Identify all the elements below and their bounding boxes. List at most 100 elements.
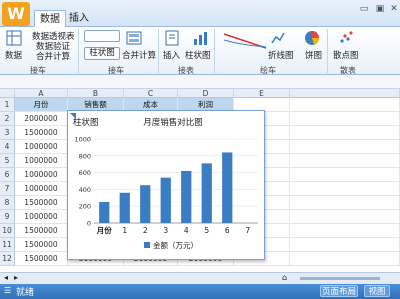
list-icon: ☰	[4, 286, 12, 295]
table-cell[interactable]: 1000000	[15, 168, 68, 182]
select-all-corner[interactable]	[0, 89, 15, 98]
y-tick-label: 1000	[74, 136, 91, 144]
minimize-icon[interactable]: ▭	[358, 4, 370, 14]
nav-first-icon[interactable]: ◂	[4, 273, 8, 282]
bar-chart-button[interactable]: 柱状图	[185, 49, 211, 61]
x-tick-label: 月份	[96, 225, 112, 235]
merge-calc-button[interactable]: 合并计算	[122, 49, 156, 61]
table-cell[interactable]	[290, 238, 400, 252]
table-cell[interactable]: 2000000	[15, 112, 68, 126]
y-tick-label: 800	[79, 152, 91, 160]
row-header[interactable]: 6	[0, 168, 15, 182]
bar	[119, 192, 130, 223]
table-cell[interactable]: 1000000	[15, 182, 68, 196]
table-cell[interactable]	[290, 168, 400, 182]
generate-chart-button[interactable]: 柱状图	[84, 47, 120, 60]
column-header-c[interactable]: C	[124, 89, 178, 98]
pie-chart-button[interactable]: 饼图	[305, 49, 322, 61]
insert-button[interactable]: 插入	[163, 49, 180, 61]
bar	[222, 152, 233, 223]
nav-next-icon[interactable]: ▸	[14, 273, 18, 282]
bar-chart-icon	[194, 32, 207, 45]
legend-swatch	[144, 242, 150, 248]
table-cell[interactable]	[290, 224, 400, 238]
y-tick-label: 200	[79, 203, 91, 211]
column-header-b[interactable]: B	[68, 89, 124, 98]
line-chart-button[interactable]: 折线图	[268, 49, 294, 61]
table-cell[interactable]: 1000000	[15, 154, 68, 168]
table-cell[interactable]	[290, 252, 400, 266]
table-cell[interactable]: 1500000	[15, 252, 68, 266]
restore-icon[interactable]: ▣	[374, 4, 386, 14]
table-cell[interactable]: 1500000	[15, 196, 68, 210]
table-cell[interactable]	[290, 182, 400, 196]
scatter-chart-button[interactable]: 散点图	[333, 49, 359, 61]
table-cell[interactable]: 1000000	[15, 210, 68, 224]
line-chart-preview-icon	[223, 33, 267, 49]
status-bar: ☰ 就绪 页面布局 视图	[0, 284, 400, 299]
bar	[201, 163, 212, 223]
table-cell[interactable]: 1500000	[15, 126, 68, 140]
scatter-chart-icon	[340, 31, 353, 43]
table-cell[interactable]: 1000000	[15, 140, 68, 154]
row-header[interactable]: 9	[0, 210, 15, 224]
insert-icon	[165, 30, 179, 46]
row-header[interactable]: 11	[0, 238, 15, 252]
sheet-tabs-bar: ◂ ▸ ⌂	[0, 272, 400, 284]
ribbon-divider	[158, 29, 159, 73]
line-chart-icon	[271, 32, 285, 44]
row-header[interactable]: 5	[0, 154, 15, 168]
bar	[140, 185, 151, 223]
table-cell[interactable]	[290, 98, 400, 112]
table-cell[interactable]	[290, 126, 400, 140]
bar-chart[interactable]: 柱状图 月度销售对比图 0 200 400 600 800 1000 月份 1 2 3 4 5 6 7 金额（万…	[67, 110, 265, 260]
column-header-a[interactable]: A	[15, 89, 68, 98]
table-cell[interactable]: 月份	[15, 98, 68, 112]
ribbon: 数据 数据透视表 数据验证 合并计算 接车 柱状图 合并计算 接车 插入 柱状图…	[0, 27, 400, 75]
bar	[181, 170, 192, 223]
zoom-out-icon[interactable]: ⌂	[282, 273, 287, 282]
view-button[interactable]: 视图	[364, 285, 390, 297]
tab-data[interactable]: 数据	[34, 10, 66, 27]
style-dropdown[interactable]	[84, 30, 120, 42]
app-logo: W	[2, 2, 30, 26]
y-tick-label: 400	[79, 186, 91, 194]
bar	[99, 202, 110, 223]
row-header[interactable]: 4	[0, 140, 15, 154]
table-cell[interactable]	[290, 210, 400, 224]
x-tick-label: 7	[245, 226, 250, 235]
row-header[interactable]: 10	[0, 224, 15, 238]
data-button[interactable]: 数据	[5, 49, 22, 61]
row-header[interactable]: 7	[0, 182, 15, 196]
table-cell[interactable]	[290, 112, 400, 126]
row-header[interactable]: 12	[0, 252, 15, 266]
chart-tag: 柱状图	[73, 117, 99, 128]
table-cell[interactable]	[290, 140, 400, 154]
merge-calc-icon	[126, 31, 142, 45]
formula-bar[interactable]	[0, 75, 400, 89]
table-cell[interactable]	[290, 196, 400, 210]
table-cell[interactable]: 1500000	[15, 224, 68, 238]
merge-calc-top-button[interactable]: 合并计算	[36, 50, 70, 62]
pie-chart-icon	[305, 31, 319, 45]
row-header[interactable]: 2	[0, 112, 15, 126]
column-header-e[interactable]: E	[234, 89, 290, 98]
ribbon-divider	[214, 29, 215, 73]
page-layout-button[interactable]: 页面布局	[320, 285, 358, 297]
row-header[interactable]: 1	[0, 98, 15, 112]
chart-svg: 柱状图 月度销售对比图 0 200 400 600 800 1000 月份 1 2 3 4 5 6 7 金额（万…	[70, 113, 258, 250]
table-cell[interactable]: 1500000	[15, 238, 68, 252]
status-text: 就绪	[16, 288, 35, 298]
row-header[interactable]: 8	[0, 196, 15, 210]
table-cell[interactable]	[290, 154, 400, 168]
close-icon[interactable]: ✕	[388, 4, 400, 14]
x-tick-label: 3	[163, 226, 168, 235]
column-header-d[interactable]: D	[178, 89, 234, 98]
row-header[interactable]: 3	[0, 126, 15, 140]
x-tick-label: 5	[204, 226, 209, 235]
chart-title: 月度销售对比图	[143, 117, 203, 128]
x-tick-label: 4	[184, 226, 189, 235]
zoom-slider[interactable]	[300, 277, 380, 280]
tab-insert[interactable]: 插入	[64, 10, 94, 27]
column-header-blank	[290, 89, 400, 98]
